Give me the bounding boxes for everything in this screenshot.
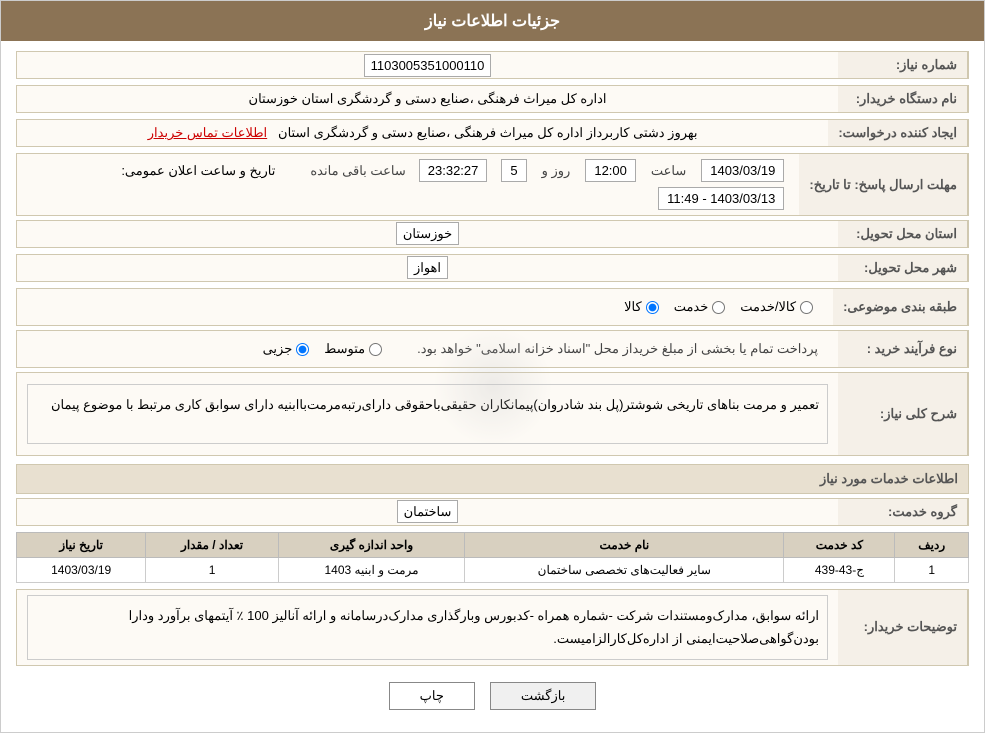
category-content: کالا/خدمت خدمت کالا [17, 289, 833, 325]
need-number-value: 1103005351000110 [17, 53, 838, 78]
service-group-label: گروه خدمت: [838, 499, 968, 525]
col-header-unit: واحد اندازه گیری [278, 533, 464, 558]
category-label-kala: کالا [624, 299, 642, 315]
city-label: شهر محل تحویل: [838, 255, 968, 281]
province-label: استان محل تحویل: [838, 221, 968, 247]
remaining-time: 23:32:27 [419, 159, 488, 182]
cell-quantity: 1 [146, 558, 279, 583]
cell-unit: مرمت و ابنیه 1403 [278, 558, 464, 583]
creator-label: ایجاد کننده درخواست: [828, 120, 968, 146]
need-number-box: 1103005351000110 [364, 54, 492, 77]
col-header-quantity: تعداد / مقدار [146, 533, 279, 558]
buyer-notes-text: ارائه سوابق، مدارک‌ومستندات شرکت -شماره … [27, 595, 828, 660]
service-group-box: ساختمان [397, 500, 459, 523]
buyer-row: نام دستگاه خریدار: اداره کل میراث فرهنگی… [16, 85, 969, 113]
cell-name: سایر فعالیت‌های تخصصی ساختمان [465, 558, 784, 583]
response-time-label: ساعت [651, 163, 686, 179]
description-content: تعمیر و مرمت بناهای تاریخی شوشتر(پل بند … [17, 373, 838, 455]
cell-row: 1 [895, 558, 969, 583]
purchase-option-medium[interactable]: متوسط [324, 341, 382, 357]
col-header-date: تاریخ نیاز [17, 533, 146, 558]
purchase-type-label: نوع فرآیند خرید : [838, 331, 968, 367]
creator-text: بهروز دشتی کاربرداز اداره کل میراث فرهنگ… [278, 125, 698, 140]
date-row: مهلت ارسال پاسخ: تا تاریخ: 1403/03/19 سا… [16, 153, 969, 216]
col-header-name: نام خدمت [465, 533, 784, 558]
category-label-khadmat: خدمت [674, 299, 709, 315]
creator-row: ایجاد کننده درخواست: بهروز دشتی کاربرداز… [16, 119, 969, 147]
announce-date-value: 1403/03/13 - 11:49 [658, 187, 784, 210]
category-row: طبقه بندی موضوعی: کالا/خدمت خدمت کالا [16, 288, 969, 326]
purchase-type-content: پرداخت تمام یا بخشی از مبلغ خریداز محل "… [17, 331, 838, 367]
response-day: 5 [501, 159, 526, 182]
response-content: 1403/03/19 ساعت 12:00 روز و 5 23:32:27 س… [17, 154, 799, 215]
purchase-type-row: نوع فرآیند خرید : پرداخت تمام یا بخشی از… [16, 330, 969, 368]
buyer-notes-row: توضیحات خریدار: ارائه سوابق، مدارک‌ومستن… [16, 589, 969, 666]
description-row: شرح کلی نیاز: تعمیر و مرمت بناهای تاریخی… [16, 372, 969, 456]
purchase-radio-partial[interactable] [296, 343, 309, 356]
cell-date: 1403/03/19 [17, 558, 146, 583]
category-radio-kala[interactable] [646, 301, 659, 314]
description-label: شرح کلی نیاز: [838, 373, 968, 455]
creator-value: بهروز دشتی کاربرداز اداره کل میراث فرهنگ… [17, 120, 828, 146]
print-button[interactable]: چاپ [389, 682, 475, 710]
services-section-header: اطلاعات خدمات مورد نیاز [16, 464, 969, 494]
need-number-row: شماره نیاز: 1103005351000110 [16, 51, 969, 79]
city-row: شهر محل تحویل: اهواز [16, 254, 969, 282]
category-radio-kala-khadmat[interactable] [800, 301, 813, 314]
table-row: 1ج-43-439سایر فعالیت‌های تخصصی ساختمانمر… [17, 558, 969, 583]
purchase-label-partial: جزیی [263, 341, 293, 357]
bottom-buttons: بازگشت چاپ [16, 670, 969, 722]
city-box: اهواز [407, 256, 448, 279]
city-value: اهواز [17, 255, 838, 281]
province-box: خوزستان [396, 222, 459, 245]
page-wrapper: جزئیات اطلاعات نیاز شماره نیاز: 11030053… [0, 0, 985, 733]
need-number-label: شماره نیاز: [838, 52, 968, 78]
purchase-radio-medium[interactable] [369, 343, 382, 356]
buyer-value: اداره کل میراث فرهنگی ،صنایع دستی و گردش… [17, 86, 838, 112]
category-option-khadmat[interactable]: خدمت [674, 299, 726, 315]
buyer-notes-label: توضیحات خریدار: [838, 590, 968, 665]
content-area: شماره نیاز: 1103005351000110 نام دستگاه … [1, 41, 984, 732]
response-day-label: روز و [542, 163, 571, 179]
category-label: طبقه بندی موضوعی: [833, 289, 968, 325]
category-radio-group: کالا/خدمت خدمت کالا [27, 294, 823, 320]
service-group-value: ساختمان [17, 499, 838, 525]
cell-code: ج-43-439 [784, 558, 895, 583]
purchase-note: پرداخت تمام یا بخشی از مبلغ خریداز محل "… [417, 341, 818, 357]
category-radio-khadmat[interactable] [712, 301, 725, 314]
category-option-kala[interactable]: کالا [624, 299, 659, 315]
buyer-notes-content: ارائه سوابق، مدارک‌ومستندات شرکت -شماره … [17, 590, 838, 665]
services-table: ردیف کد خدمت نام خدمت واحد اندازه گیری ت… [16, 532, 969, 583]
announce-date-label: تاریخ و ساعت اعلان عمومی: [121, 163, 275, 179]
province-value: خوزستان [17, 221, 838, 247]
page-header: جزئیات اطلاعات نیاز [1, 1, 984, 41]
col-header-code: کد خدمت [784, 533, 895, 558]
response-label: مهلت ارسال پاسخ: تا تاریخ: [799, 154, 968, 215]
contact-link[interactable]: اطلاعات تماس خریدار [148, 125, 267, 140]
buyer-label: نام دستگاه خریدار: [838, 86, 968, 112]
page-title: جزئیات اطلاعات نیاز [425, 13, 560, 30]
response-time: 12:00 [585, 159, 636, 182]
col-header-row: ردیف [895, 533, 969, 558]
purchase-radio-group: پرداخت تمام یا بخشی از مبلغ خریداز محل "… [27, 336, 828, 362]
response-date: 1403/03/19 [701, 159, 784, 182]
province-row: استان محل تحویل: خوزستان [16, 220, 969, 248]
description-text: تعمیر و مرمت بناهای تاریخی شوشتر(پل بند … [27, 384, 828, 444]
service-group-row: گروه خدمت: ساختمان [16, 498, 969, 526]
purchase-label-medium: متوسط [324, 341, 365, 357]
remaining-label: ساعت باقی مانده [310, 163, 405, 179]
category-option-kala-khadmat[interactable]: کالا/خدمت [740, 299, 813, 315]
purchase-option-partial[interactable]: جزیی [263, 341, 310, 357]
back-button[interactable]: بازگشت [490, 682, 596, 710]
category-label-kala-khadmat: کالا/خدمت [740, 299, 796, 315]
